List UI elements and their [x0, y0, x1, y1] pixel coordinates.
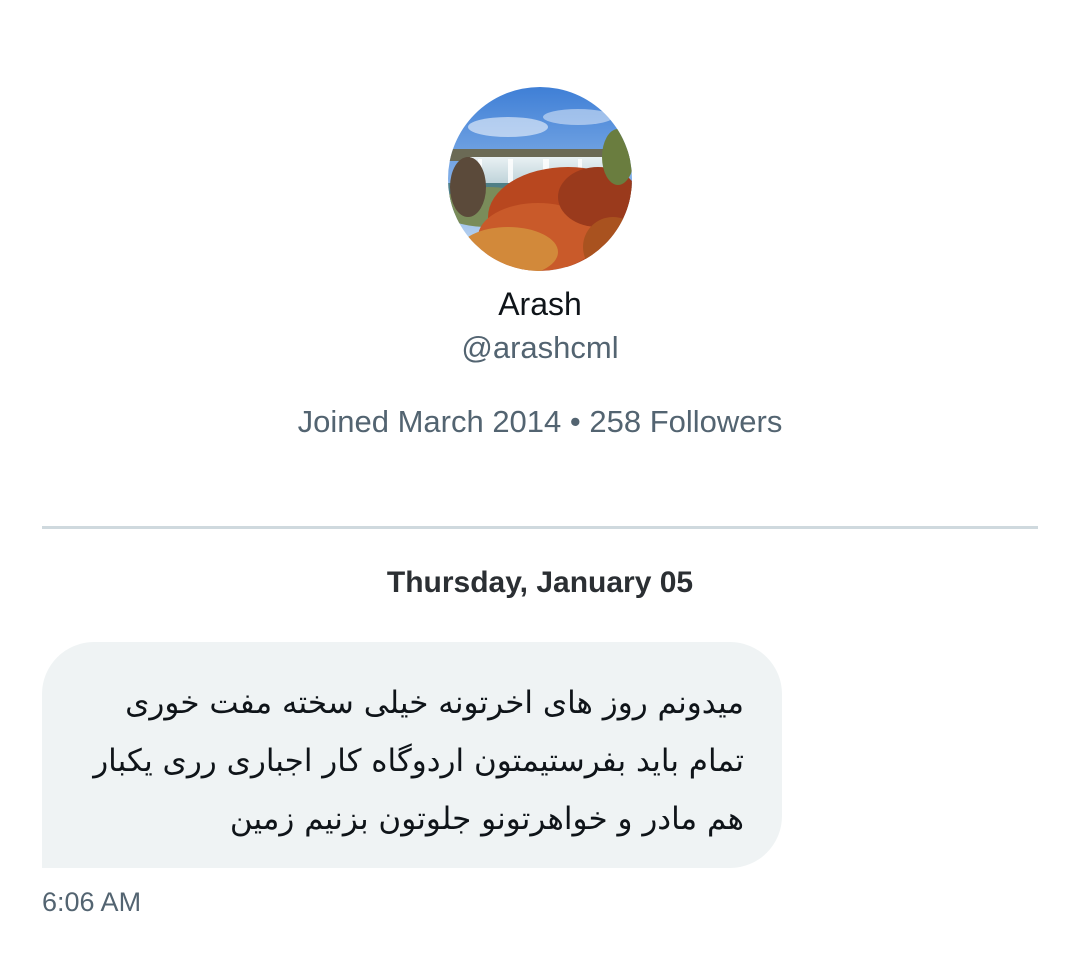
- message-bubble[interactable]: میدونم روز های اخرتونه خیلی سخته مفت خور…: [42, 642, 782, 868]
- joined-date: Joined March 2014: [297, 404, 562, 439]
- profile-display-name[interactable]: Arash: [0, 284, 1080, 324]
- separator-dot: •: [569, 404, 581, 439]
- section-divider: [42, 526, 1038, 529]
- waterfall-photo-icon: [448, 87, 632, 271]
- followers-count[interactable]: 258 Followers: [589, 404, 782, 439]
- dm-conversation-screen: Arash @arashcml Joined March 2014 • 258 …: [0, 0, 1080, 965]
- date-header: Thursday, January 05: [386, 566, 694, 599]
- profile-handle: @arashcml: [461, 330, 619, 365]
- message-timestamp: 6:06 AM: [42, 887, 142, 917]
- profile-avatar[interactable]: [448, 87, 632, 271]
- message-text: میدونم روز های اخرتونه خیلی سخته مفت خور…: [93, 685, 744, 837]
- profile-meta: Joined March 2014 • 258 Followers: [0, 402, 1080, 442]
